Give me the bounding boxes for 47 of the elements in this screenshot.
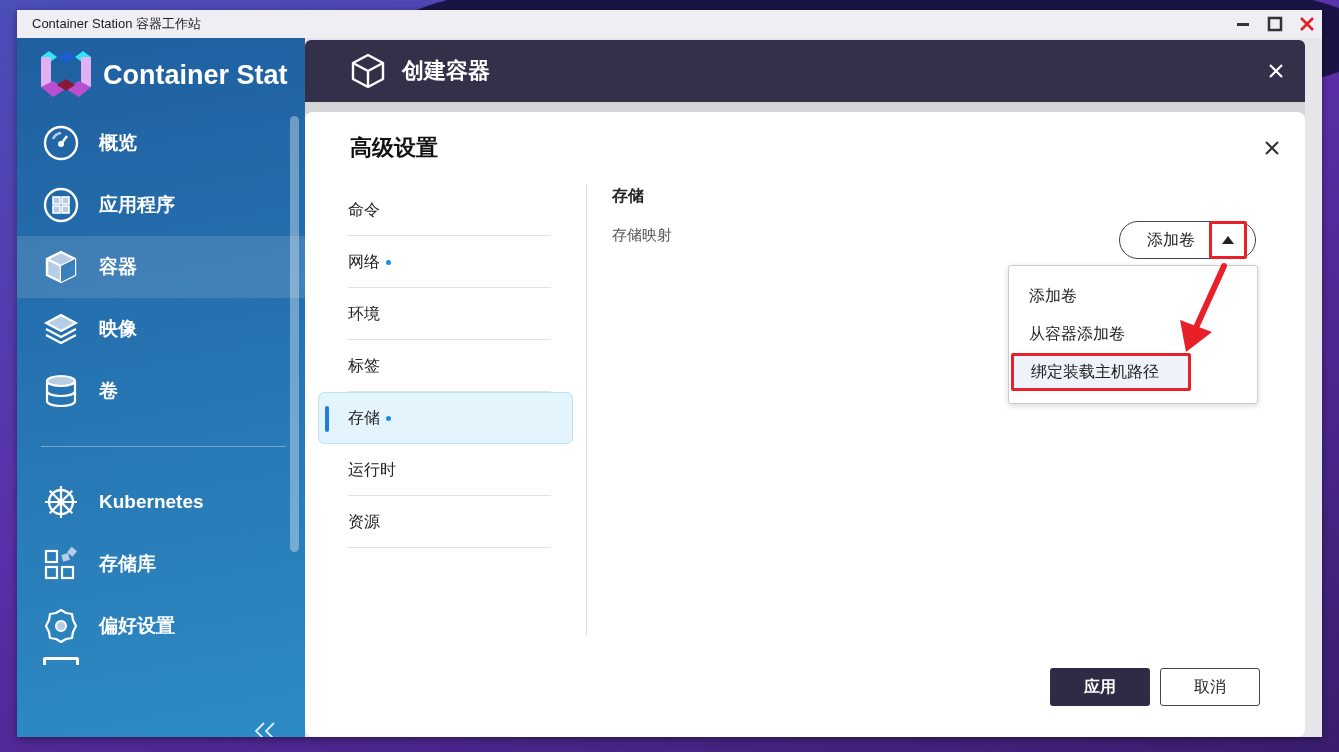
helm-icon (43, 484, 79, 520)
modal-title: 创建容器 (402, 57, 491, 85)
add-volume-button[interactable]: 添加卷 (1120, 222, 1209, 258)
sidebar-item[interactable]: 概览 (17, 112, 305, 174)
maximize-button[interactable] (1266, 15, 1284, 33)
sidebar-item[interactable]: 映像 (17, 298, 305, 360)
sidebar-item[interactable]: Kubernetes (17, 471, 305, 533)
menu-item[interactable]: 绑定装载主机路径 (1011, 353, 1191, 391)
gauge-icon (43, 125, 79, 161)
sidebar-item[interactable]: 应用程序 (17, 174, 305, 236)
cancel-button[interactable]: 取消 (1160, 668, 1260, 706)
close-icon (1299, 16, 1315, 32)
menu-item[interactable]: 添加卷 (1009, 277, 1257, 315)
sidebar-item[interactable]: 卷 (17, 360, 305, 422)
minimize-icon (1237, 22, 1249, 26)
apply-button[interactable]: 应用 (1050, 668, 1150, 706)
nav-item[interactable]: 环境 (318, 288, 573, 340)
field-label: 存储映射 (612, 225, 672, 245)
sidebar-item[interactable]: 容器 (17, 236, 305, 298)
nav-item[interactable]: 存储 (318, 392, 573, 444)
nav-item[interactable]: 标签 (318, 340, 573, 392)
scrollbar[interactable] (290, 116, 299, 552)
nav-item[interactable]: 资源 (318, 496, 573, 548)
nav-item[interactable]: 运行时 (318, 444, 573, 496)
sidebar-item[interactable]: 存储库 (17, 533, 305, 595)
database-icon (43, 373, 79, 409)
menu-item[interactable]: 从容器添加卷 (1009, 315, 1257, 353)
dropdown-toggle[interactable] (1209, 221, 1247, 259)
apps-icon (43, 187, 79, 223)
nav-item[interactable]: 命令 (318, 184, 573, 236)
cube-icon (43, 249, 79, 285)
app-name: Container Stat (103, 59, 288, 91)
layers-icon (43, 311, 79, 347)
logo-icon (41, 51, 91, 99)
cube-icon (350, 53, 386, 89)
partial-icon (43, 657, 79, 665)
dialog-title: 高级设置 (350, 134, 438, 162)
blocks-icon (43, 546, 79, 582)
nav-item[interactable]: 网络 (318, 236, 573, 288)
sidebar-item[interactable]: 偏好设置 (17, 595, 305, 657)
collapse-icon[interactable] (254, 721, 276, 737)
section-title: 存储 (612, 186, 645, 206)
maximize-icon (1267, 16, 1283, 32)
settings-icon (43, 608, 79, 644)
window-title: Container Station 容器工作站 (32, 15, 203, 33)
close-button[interactable] (1263, 139, 1281, 157)
caret-icon (1222, 236, 1234, 244)
